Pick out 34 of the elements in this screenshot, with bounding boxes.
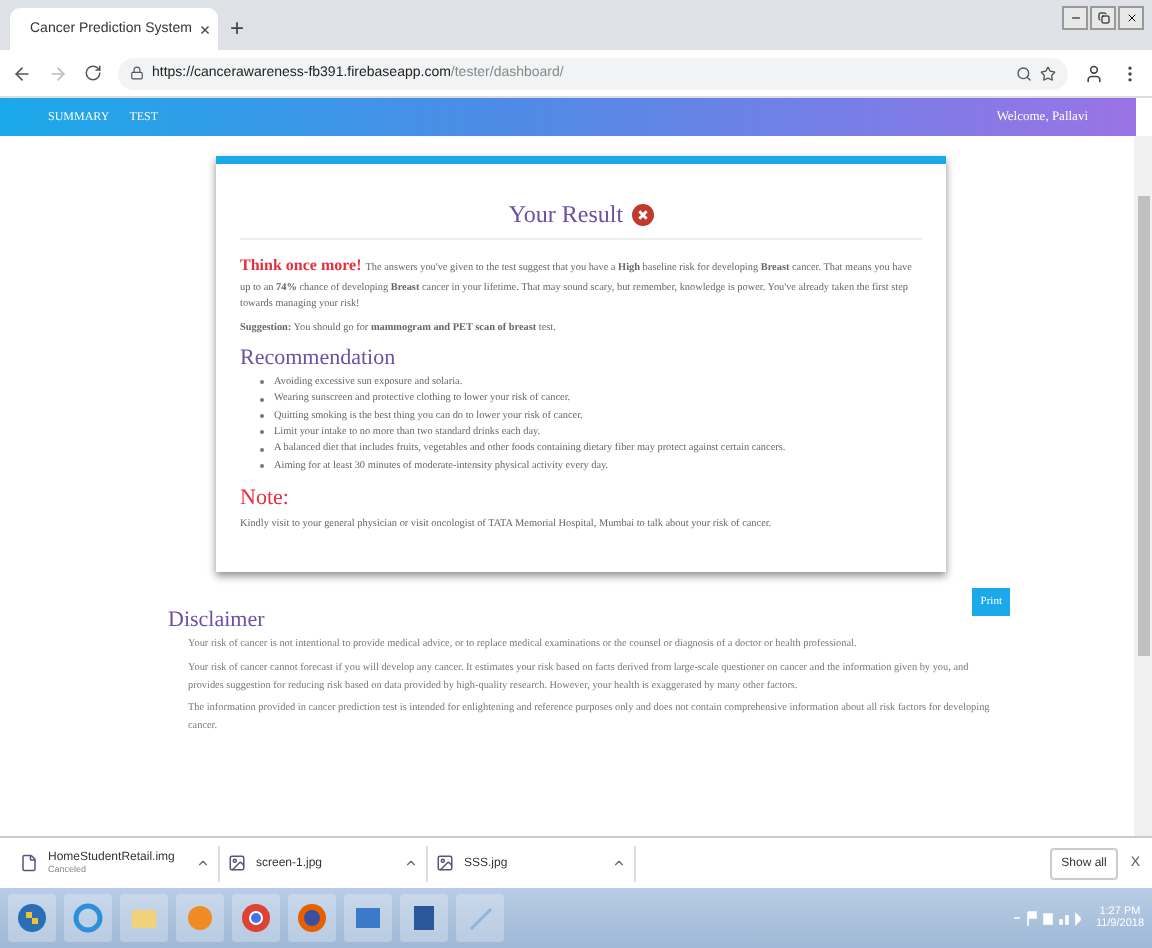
scrollbar-thumb[interactable]	[1137, 196, 1149, 656]
bookmark-star-icon[interactable]	[1040, 65, 1056, 81]
minimize-button[interactable]	[1062, 6, 1088, 30]
image-file-icon	[436, 854, 454, 872]
lock-icon	[130, 66, 144, 80]
close-tab-button[interactable]: ×	[199, 19, 211, 39]
disclaimer-heading: Disclaimer	[168, 607, 267, 632]
taskbar-button[interactable]	[8, 894, 56, 942]
back-icon[interactable]	[12, 63, 32, 83]
recommendation-heading: Recommendation	[240, 346, 398, 371]
image-file-icon	[228, 854, 246, 872]
file-icon	[20, 854, 38, 872]
reload-icon[interactable]	[84, 64, 102, 82]
note-heading: Note:	[240, 486, 291, 510]
taskbar-button[interactable]	[344, 894, 392, 942]
restore-button[interactable]	[1090, 6, 1116, 30]
chevron-icon[interactable]	[404, 856, 418, 870]
close-icon	[1125, 12, 1137, 24]
restore-icon	[1097, 12, 1109, 24]
scrollbar[interactable]	[1134, 136, 1152, 836]
result-title: Your Result	[508, 200, 624, 230]
taskbar-button[interactable]	[64, 894, 112, 942]
new-tab-button[interactable]: +	[230, 14, 245, 42]
close-window-button[interactable]	[1118, 6, 1144, 30]
chevron-icon[interactable]	[196, 856, 210, 870]
taskbar-button[interactable]	[400, 894, 448, 942]
taskbar-button[interactable]	[288, 894, 336, 942]
chevron-icon[interactable]	[612, 856, 626, 870]
minimize-icon	[1069, 12, 1081, 24]
taskbar-button[interactable]	[232, 894, 280, 942]
profile-icon[interactable]	[1084, 63, 1104, 83]
start-icon	[16, 902, 48, 934]
close-icon[interactable]	[631, 204, 654, 226]
search-icon[interactable]	[1016, 65, 1032, 81]
